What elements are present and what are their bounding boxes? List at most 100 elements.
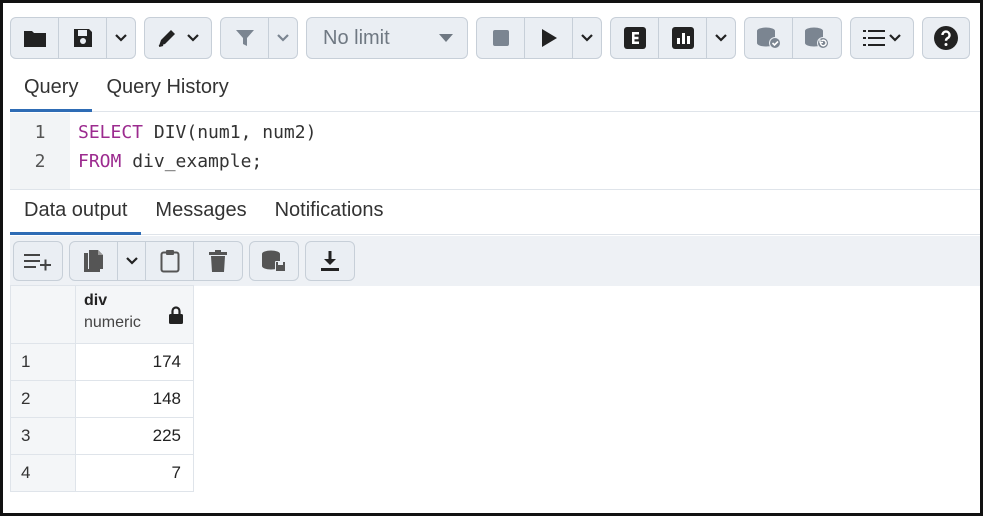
rollback-button[interactable] [793,18,841,58]
line-number: 1 [34,122,46,143]
code-line: FROM div_example; [78,151,316,180]
table-cell[interactable]: 174 [75,343,194,381]
sql-keyword: FROM [78,151,122,172]
chevron-down-icon [125,257,138,265]
data-grid: div numeric 1 174 2 148 3 225 4 7 [10,285,194,492]
explain-icon [623,27,646,49]
help-group [922,17,970,59]
list-icon [862,30,885,46]
save-icon [73,29,92,47]
macros-group [850,17,914,59]
output-tabs: Data output Messages Notifications [10,189,980,235]
save-data-group [249,241,299,281]
help-button[interactable] [923,18,969,58]
row-limit-value: No limit [323,26,390,49]
database-save-icon [262,250,286,272]
sql-keyword: SELECT [78,122,144,143]
database-rollback-icon [805,27,829,49]
table-cell[interactable]: 7 [75,454,194,492]
play-icon [541,29,557,47]
row-number[interactable]: 1 [10,343,76,381]
tab-messages[interactable]: Messages [141,199,260,234]
code-area[interactable]: SELECT DIV(num1, num2) FROM div_example; [70,113,316,189]
table-row[interactable]: 1 174 [10,343,194,381]
paste-button[interactable] [146,242,194,280]
select-all-cell[interactable] [10,285,76,344]
tab-data-output[interactable]: Data output [10,199,142,235]
explain-analyze-button[interactable] [659,18,707,58]
table-cell[interactable]: 225 [75,417,194,455]
save-file-button[interactable] [59,18,107,58]
tab-notifications[interactable]: Notifications [261,199,398,234]
filter-group [220,17,298,59]
line-number-gutter: 1 2 [10,113,70,189]
delete-row-button[interactable] [194,242,242,280]
row-number[interactable]: 3 [10,417,76,455]
copy-button[interactable] [70,242,118,280]
chevron-down-icon [581,34,593,42]
file-group [10,17,136,59]
add-row-icon [24,254,51,271]
filter-button[interactable] [221,18,269,58]
code-line: SELECT DIV(num1, num2) [78,122,316,151]
download-icon [321,251,339,271]
filter-icon [235,30,254,46]
pencil-icon [158,30,175,47]
add-row-button[interactable] [14,242,62,280]
caret-down-icon [439,34,453,42]
column-header-div[interactable]: div numeric [75,285,194,344]
save-options-dropdown[interactable] [107,18,135,58]
grid-header-row: div numeric [10,285,194,344]
row-limit-group: No limit [306,17,468,59]
stop-icon [492,30,509,46]
sql-editor[interactable]: 1 2 SELECT DIV(num1, num2) FROM div_exam… [10,113,980,189]
chevron-down-icon [115,34,127,42]
download-button[interactable] [306,242,354,280]
execute-group [476,17,602,59]
table-row[interactable]: 3 225 [10,417,194,455]
tab-query[interactable]: Query [10,76,93,112]
sql-text: div_example; [121,151,263,172]
table-cell[interactable]: 148 [75,380,194,418]
explain-options-dropdown[interactable] [707,18,735,58]
main-toolbar: No limit [10,12,978,64]
trash-icon [209,250,227,272]
add-row-group [13,241,63,281]
row-number[interactable]: 2 [10,380,76,418]
filter-options-dropdown[interactable] [269,18,297,58]
table-row[interactable]: 4 7 [10,454,194,492]
commit-button[interactable] [745,18,793,58]
chevron-down-icon [715,34,727,42]
row-limit-select[interactable]: No limit [307,18,467,58]
results-toolbar [10,236,980,286]
transaction-group [744,17,842,59]
copy-group [69,241,243,281]
lock-icon [169,306,183,324]
open-file-button[interactable] [11,18,59,58]
query-tabs: Query Query History [10,66,980,112]
explain-button[interactable] [611,18,659,58]
database-commit-icon [756,27,781,49]
query-tool-window: No limit Query Query History 1 2 SELECT … [0,0,983,516]
edit-menu-button[interactable] [145,18,211,58]
analyze-chart-icon [671,27,694,49]
explain-group [610,17,736,59]
row-number[interactable]: 4 [10,454,76,492]
macros-menu-button[interactable] [851,18,913,58]
clipboard-icon [160,250,179,273]
stop-query-button[interactable] [477,18,525,58]
folder-icon [23,31,46,47]
chevron-down-icon [277,34,289,42]
help-icon [934,26,958,50]
chevron-down-icon [888,34,901,42]
tab-query-history[interactable]: Query History [92,76,242,111]
chevron-down-icon [187,34,199,42]
execute-options-dropdown[interactable] [573,18,601,58]
copy-icon [83,250,103,272]
sql-text: DIV(num1, num2) [143,122,317,143]
save-data-changes-button[interactable] [250,242,298,280]
edit-group [144,17,212,59]
table-row[interactable]: 2 148 [10,380,194,418]
execute-query-button[interactable] [525,18,573,58]
copy-options-dropdown[interactable] [118,242,146,280]
